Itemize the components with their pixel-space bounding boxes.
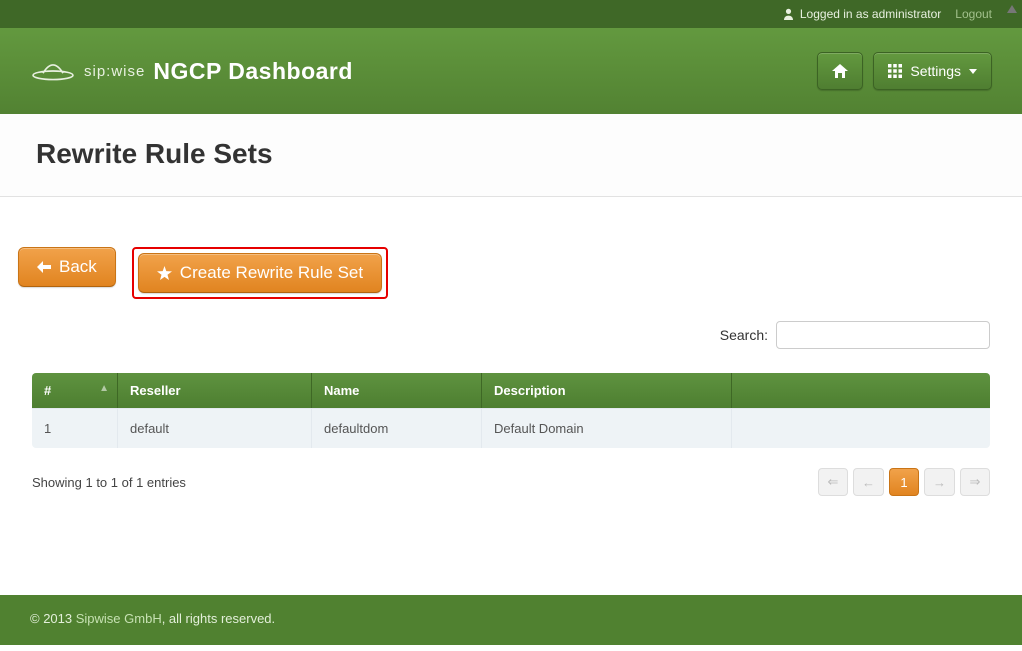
- col-name-label: Name: [324, 383, 359, 398]
- brand-title: NGCP Dashboard: [153, 58, 353, 85]
- cell-id: 1: [32, 408, 118, 448]
- grid-icon: [888, 64, 902, 78]
- col-reseller[interactable]: Reseller: [118, 373, 312, 408]
- page-next[interactable]: →: [924, 468, 955, 496]
- settings-label: Settings: [910, 63, 961, 79]
- home-button[interactable]: [817, 52, 863, 90]
- star-icon: [157, 266, 172, 281]
- arrow-left-icon: [37, 260, 51, 274]
- search-label: Search:: [720, 327, 768, 343]
- create-rewrite-rule-set-button[interactable]: Create Rewrite Rule Set: [138, 253, 382, 293]
- content: Back Create Rewrite Rule Set Search: # ▲…: [0, 197, 1022, 496]
- topbar: Logged in as administrator Logout: [0, 0, 1022, 28]
- brand[interactable]: sip:wise NGCP Dashboard: [30, 58, 353, 85]
- col-name[interactable]: Name: [312, 373, 482, 408]
- logout-link[interactable]: Logout: [955, 7, 992, 21]
- user-icon: [783, 8, 794, 20]
- table-header-row: # ▲ Reseller Name Description: [32, 373, 990, 408]
- page-title: Rewrite Rule Sets: [36, 138, 986, 170]
- action-buttons: Back Create Rewrite Rule Set: [18, 247, 1004, 299]
- col-id[interactable]: # ▲: [32, 373, 118, 408]
- brand-mark-text: sip:wise: [84, 63, 145, 80]
- page-title-area: Rewrite Rule Sets: [0, 114, 1022, 197]
- login-status-text: Logged in as administrator: [800, 7, 941, 21]
- page-first[interactable]: ⇐: [818, 468, 848, 496]
- col-reseller-label: Reseller: [130, 383, 181, 398]
- caret-down-icon: [969, 69, 977, 74]
- cell-description: Default Domain: [482, 408, 732, 448]
- create-label: Create Rewrite Rule Set: [180, 263, 363, 283]
- copyright-suffix: , all rights reserved.: [162, 611, 275, 626]
- col-id-label: #: [44, 383, 51, 398]
- page-prev[interactable]: ←: [853, 468, 884, 496]
- settings-button[interactable]: Settings: [873, 52, 992, 90]
- header-buttons: Settings: [817, 52, 992, 90]
- page-last[interactable]: ⇒: [960, 468, 990, 496]
- col-actions: [732, 373, 990, 408]
- back-label: Back: [59, 257, 97, 277]
- table-footer: Showing 1 to 1 of 1 entries ⇐ ← 1 → ⇒: [32, 468, 990, 496]
- col-description-label: Description: [494, 383, 566, 398]
- page-current[interactable]: 1: [889, 468, 919, 496]
- table-row[interactable]: 1 default defaultdom Default Domain: [32, 408, 990, 448]
- home-icon: [832, 64, 848, 78]
- search-input[interactable]: [776, 321, 990, 349]
- rule-sets-table: # ▲ Reseller Name Description 1 default: [32, 373, 990, 448]
- col-description[interactable]: Description: [482, 373, 732, 408]
- entries-info: Showing 1 to 1 of 1 entries: [32, 475, 186, 490]
- header: sip:wise NGCP Dashboard Settings: [0, 28, 1022, 114]
- footer: © 2013 Sipwise GmbH, all rights reserved…: [0, 595, 1022, 645]
- search-row: Search:: [18, 321, 1004, 349]
- highlight-create-button: Create Rewrite Rule Set: [132, 247, 388, 299]
- logo-hat-icon: [30, 61, 76, 81]
- cell-reseller: default: [118, 408, 312, 448]
- cell-actions: [732, 408, 990, 448]
- brand-logo: [30, 61, 76, 81]
- scroll-top-indicator: [1005, 2, 1019, 16]
- cell-name: defaultdom: [312, 408, 482, 448]
- sort-asc-icon: ▲: [99, 383, 105, 394]
- login-status: Logged in as administrator: [783, 7, 941, 21]
- pagination: ⇐ ← 1 → ⇒: [818, 468, 990, 496]
- company-link[interactable]: Sipwise GmbH: [76, 611, 162, 626]
- copyright-prefix: © 2013: [30, 611, 76, 626]
- back-button[interactable]: Back: [18, 247, 116, 287]
